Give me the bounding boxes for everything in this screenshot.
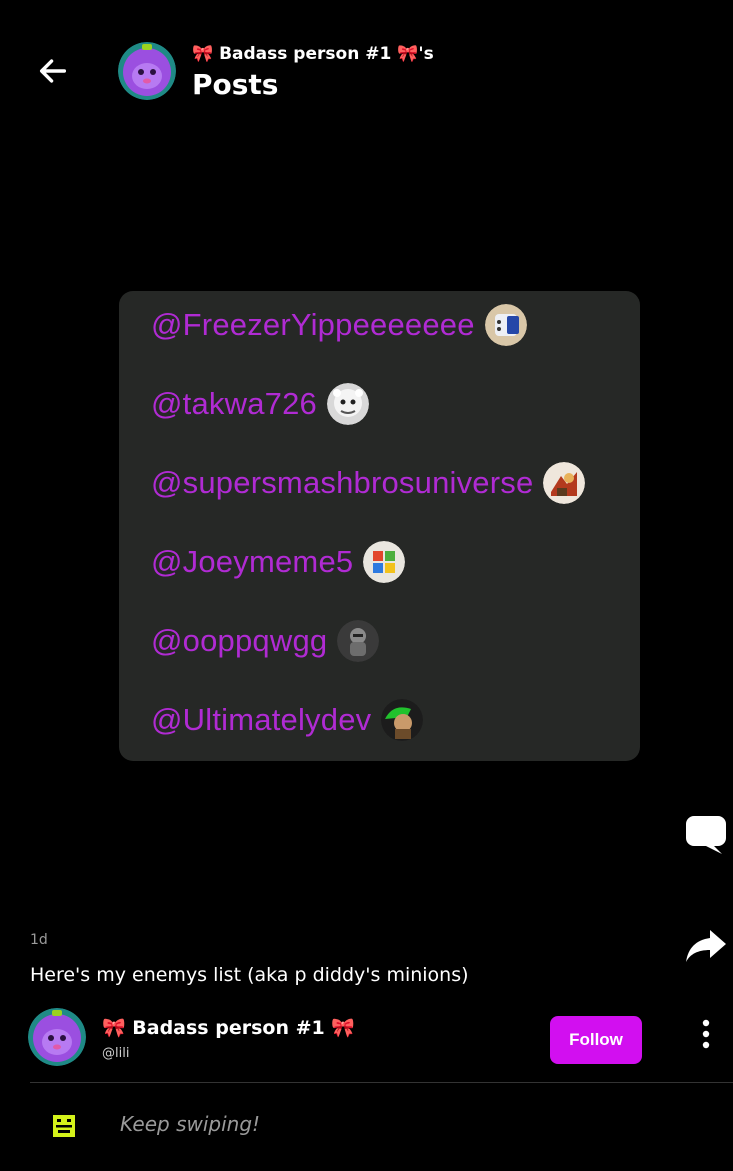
- jar-avatar-icon: [484, 304, 527, 346]
- divider: [30, 1082, 733, 1083]
- mention-item[interactable]: @Joeymeme5: [151, 538, 406, 586]
- keep-swiping-text[interactable]: Keep swiping!: [120, 1112, 260, 1136]
- mention-item[interactable]: @FreezerYippeeeeeee: [151, 301, 527, 349]
- mention-handle[interactable]: @Ultimatelydev: [151, 702, 371, 738]
- post-timestamp: 1d: [30, 932, 48, 948]
- keep-swiping-icon: [52, 1114, 76, 1138]
- grey-figure-avatar-icon: [337, 620, 380, 662]
- page-title: Posts: [192, 68, 279, 101]
- white-creature-avatar-icon: [326, 383, 369, 425]
- back-arrow-icon[interactable]: [36, 54, 72, 90]
- share-icon[interactable]: [684, 926, 728, 966]
- mention-item[interactable]: @Ultimatelydev: [151, 696, 424, 744]
- green-character-avatar-icon: [381, 699, 424, 741]
- mention-item[interactable]: @ooppqwgg: [151, 617, 380, 665]
- follow-button[interactable]: Follow: [550, 1016, 642, 1064]
- top-bar: 🎀 Badass person #1 🎀's Posts: [0, 0, 733, 130]
- mention-handle[interactable]: @Joeymeme5: [151, 544, 353, 580]
- author-handle[interactable]: @lili: [102, 1046, 129, 1061]
- author-name[interactable]: 🎀 Badass person #1 🎀: [102, 1016, 355, 1039]
- smash-character-avatar-icon: [543, 462, 586, 504]
- post-image-card: @FreezerYippeeeeeee @takwa726 @supersmas…: [119, 291, 640, 761]
- comment-icon[interactable]: [684, 812, 728, 856]
- post-caption: Here's my enemys list (aka p diddy's min…: [30, 964, 469, 986]
- mention-item[interactable]: @takwa726: [151, 380, 369, 428]
- profile-name-subtitle: 🎀 Badass person #1 🎀's: [192, 44, 434, 64]
- more-options-icon[interactable]: [696, 1018, 716, 1050]
- colorful-logo-avatar-icon: [363, 541, 406, 583]
- profile-avatar[interactable]: [118, 42, 176, 100]
- mention-item[interactable]: @supersmashbrosuniverse: [151, 459, 586, 507]
- author-avatar[interactable]: [28, 1008, 86, 1066]
- mention-handle[interactable]: @takwa726: [151, 386, 317, 422]
- mention-handle[interactable]: @ooppqwgg: [151, 623, 327, 659]
- mention-handle[interactable]: @supersmashbrosuniverse: [151, 465, 533, 501]
- mention-handle[interactable]: @FreezerYippeeeeeee: [151, 307, 475, 343]
